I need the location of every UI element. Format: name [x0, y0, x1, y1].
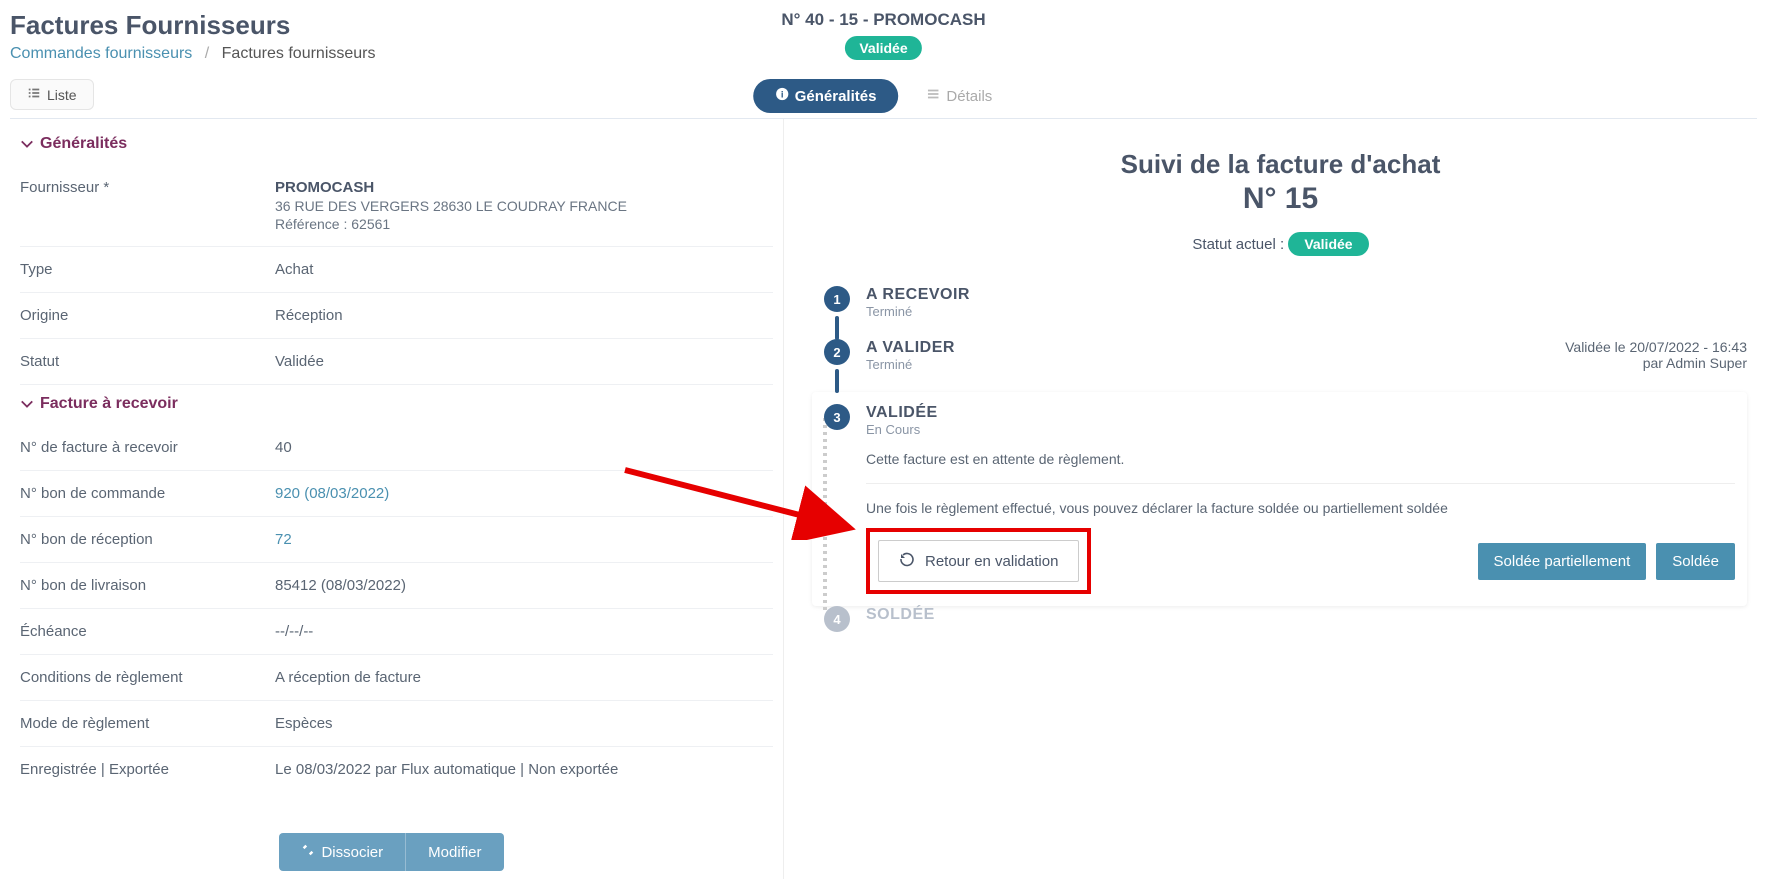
step-1-status: Terminé: [866, 304, 1747, 319]
field-statut-label: Statut: [20, 353, 275, 370]
step-2-badge: 2: [824, 339, 850, 365]
step-2-meta-user: par Admin Super: [1565, 355, 1747, 371]
field-fournisseur-addr: 36 RUE DES VERGERS 28630 LE COUDRAY FRAN…: [275, 198, 773, 214]
breadcrumb-separator: /: [205, 45, 209, 62]
field-echeance-label: Échéance: [20, 623, 275, 640]
field-numfact-value: 40: [275, 439, 773, 456]
svg-text:i: i: [780, 90, 783, 101]
step-1-name: A RECEVOIR: [866, 286, 1747, 304]
breadcrumb-current: Factures fournisseurs: [222, 45, 376, 62]
field-mode-value: Espèces: [275, 715, 773, 732]
field-type-value: Achat: [275, 261, 773, 278]
tracking-number: N° 15: [814, 182, 1747, 216]
field-fournisseur-ref: Référence : 62561: [275, 216, 773, 232]
details-icon: [926, 87, 940, 105]
tracking-title: Suivi de la facture d'achat: [814, 149, 1747, 180]
step-2-name: A VALIDER: [866, 339, 955, 357]
dissocier-button[interactable]: Dissocier: [279, 833, 406, 871]
step-3-status: En Cours: [866, 422, 1735, 437]
tab-generalites-label: Généralités: [795, 88, 877, 105]
retour-validation-label: Retour en validation: [925, 553, 1058, 570]
step-2-meta-date: Validée le 20/07/2022 - 16:43: [1565, 339, 1747, 355]
unlink-icon: [301, 843, 315, 861]
field-bonliv-value: 85412 (08/03/2022): [275, 577, 773, 594]
tab-details[interactable]: Détails: [904, 79, 1014, 113]
step-3-name: VALIDÉE: [866, 404, 1735, 422]
tab-details-label: Détails: [946, 88, 992, 105]
divider: [866, 483, 1735, 484]
field-echeance-value: --/--/--: [275, 623, 773, 640]
soldee-button[interactable]: Soldée: [1656, 543, 1735, 580]
step-1-badge: 1: [824, 286, 850, 312]
field-origine-label: Origine: [20, 307, 275, 324]
field-type-label: Type: [20, 261, 275, 278]
field-bonrec-label: N° bon de réception: [20, 531, 275, 548]
section-generalites-title: Généralités: [40, 135, 127, 153]
section-facture-header[interactable]: Facture à recevoir: [20, 395, 773, 413]
field-boncmd-value[interactable]: 920 (08/03/2022): [275, 485, 389, 502]
field-bonliv-label: N° bon de livraison: [20, 577, 275, 594]
field-enreg-label: Enregistrée | Exportée: [20, 761, 275, 778]
field-numfact-label: N° de facture à recevoir: [20, 439, 275, 456]
step-4-name: SOLDÉE: [866, 606, 1747, 624]
field-mode-label: Mode de règlement: [20, 715, 275, 732]
modifier-button[interactable]: Modifier: [406, 833, 503, 871]
soldee-partiellement-button[interactable]: Soldée partiellement: [1478, 543, 1647, 580]
step-2-status: Terminé: [866, 357, 955, 372]
dissocier-label: Dissocier: [321, 844, 383, 861]
status-label: Statut actuel :: [1192, 236, 1284, 253]
tab-generalites[interactable]: i Généralités: [753, 79, 899, 113]
breadcrumb-link[interactable]: Commandes fournisseurs: [10, 45, 192, 62]
liste-button[interactable]: Liste: [10, 79, 94, 110]
invoice-title: N° 40 - 15 - PROMOCASH: [781, 10, 985, 30]
field-statut-value: Validée: [275, 353, 773, 370]
field-boncmd-label: N° bon de commande: [20, 485, 275, 502]
step-connector: [823, 418, 827, 610]
field-enreg-value: Le 08/03/2022 par Flux automatique | Non…: [275, 761, 773, 778]
step-3-badge: 3: [824, 404, 850, 430]
list-icon: [27, 86, 41, 103]
status-badge: Validée: [845, 36, 921, 60]
chevron-down-icon: [20, 397, 34, 411]
section-facture-title: Facture à recevoir: [40, 395, 178, 413]
field-cond-label: Conditions de règlement: [20, 669, 275, 686]
field-cond-value: A réception de facture: [275, 669, 773, 686]
status-value-badge: Validée: [1288, 232, 1368, 256]
modifier-label: Modifier: [428, 844, 481, 861]
step-3-instr: Une fois le règlement effectué, vous pou…: [866, 500, 1735, 516]
chevron-down-icon: [20, 137, 34, 151]
step-3-desc: Cette facture est en attente de règlemen…: [866, 451, 1735, 467]
step-connector: [835, 316, 839, 340]
retour-validation-button[interactable]: Retour en validation: [878, 540, 1079, 582]
step-4-badge: 4: [824, 606, 850, 632]
field-origine-value: Réception: [275, 307, 773, 324]
field-fournisseur-name: PROMOCASH: [275, 179, 374, 196]
field-bonrec-value[interactable]: 72: [275, 531, 292, 548]
step-connector: [835, 369, 839, 393]
annotation-highlight: Retour en validation: [866, 528, 1091, 594]
left-scroll-area[interactable]: Généralités Fournisseur * PROMOCASH 36 R…: [0, 119, 783, 839]
info-icon: i: [775, 87, 789, 105]
liste-label: Liste: [47, 87, 77, 103]
field-fournisseur-label: Fournisseur *: [20, 179, 275, 232]
section-generalites-header[interactable]: Généralités: [20, 135, 773, 153]
undo-icon: [899, 551, 915, 571]
